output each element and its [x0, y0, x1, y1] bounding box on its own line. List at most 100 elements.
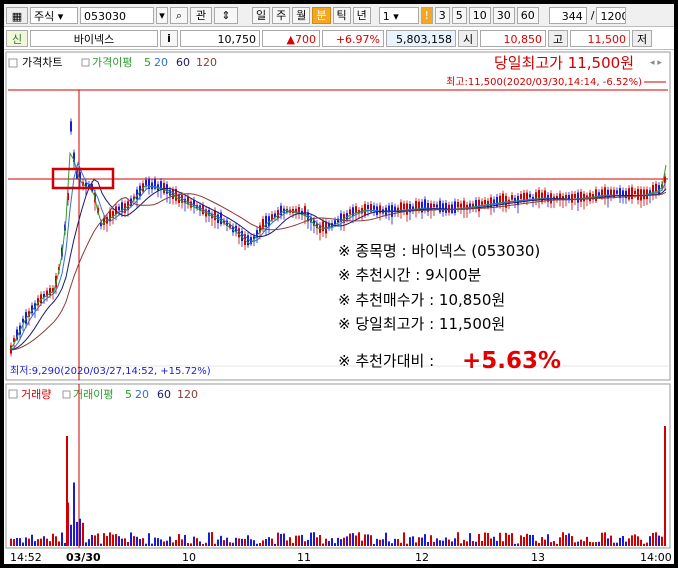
candle-body	[607, 189, 609, 199]
volume-bar	[322, 543, 324, 546]
volume-bar	[553, 541, 555, 546]
volume-bar	[211, 532, 213, 546]
candle-body	[610, 189, 612, 196]
candle-body	[187, 197, 189, 205]
volume-bar	[418, 537, 420, 546]
period-minute[interactable]: 분	[312, 6, 331, 24]
period-tick[interactable]: 틱	[332, 6, 351, 24]
volume-bar	[562, 532, 564, 546]
volume-bar	[433, 541, 435, 546]
volume-bar	[358, 532, 360, 546]
ma-120: 120	[196, 56, 217, 69]
legend-toggle-icon[interactable]	[8, 58, 18, 68]
search-icon[interactable]: ⌕	[170, 6, 188, 24]
low-marker-text: 최저:9,290(2020/03/27,14:52, +15.72%)	[10, 365, 211, 377]
vma-120: 120	[177, 388, 198, 401]
spin-icon[interactable]: ⇕	[214, 6, 238, 24]
candle-body	[526, 192, 528, 200]
candle-body	[622, 190, 624, 196]
candle-body	[349, 209, 351, 215]
volume-bar	[199, 541, 201, 546]
volume-bar	[46, 538, 48, 546]
current-price: 10,750	[180, 29, 260, 47]
interval-60[interactable]: 60	[516, 6, 539, 24]
scroll-arrows-icon[interactable]: ◂ ▸	[650, 58, 662, 68]
count-max-input[interactable]: 1200	[596, 6, 627, 24]
period-week[interactable]: 주	[272, 6, 291, 24]
period-day[interactable]: 일	[252, 6, 271, 24]
volume-bar	[436, 538, 438, 546]
count-input[interactable]: 344	[548, 6, 587, 24]
volume-bar	[127, 541, 129, 546]
info-return-label: ※ 추천가대비 :	[338, 352, 434, 370]
volume-panel	[5, 383, 671, 549]
volume-bar	[577, 541, 579, 546]
info-return-value: +5.63%	[462, 348, 561, 374]
warning-icon[interactable]: !	[420, 6, 433, 24]
volume-bar	[106, 536, 108, 546]
interval-3[interactable]: 3	[434, 6, 450, 24]
volume-bar	[91, 534, 93, 546]
market-select[interactable]: 주식 ▾	[30, 6, 78, 24]
volume-bar	[133, 536, 135, 546]
volume-bar	[202, 543, 204, 546]
volume-bar	[121, 538, 123, 546]
volume-bar	[535, 540, 537, 546]
volume-bar	[172, 542, 174, 546]
candle-body	[364, 203, 366, 216]
volume-bar	[511, 533, 513, 546]
volume-bar	[541, 537, 543, 546]
volume-bar	[268, 537, 270, 546]
volume-bar	[334, 543, 336, 546]
new-badge: 신	[6, 29, 28, 47]
candle-body	[535, 192, 537, 199]
high-label: 고	[548, 29, 568, 47]
code-dropdown-icon[interactable]: ▾	[156, 6, 168, 24]
chart-area[interactable]: 가격차트 가격이평 5 20 60 120 당일최고가 11,500원 최고:1…	[4, 50, 674, 564]
volume-bar	[412, 536, 414, 546]
volume-bar	[394, 538, 396, 546]
volume-bar	[244, 538, 246, 546]
info-button[interactable]: i	[160, 29, 178, 47]
chart-window: ▦ 주식 ▾ 053030 ▾ ⌕ 관 ⇕ 일 주 월 분 틱 년 1 ▾ ! …	[4, 4, 674, 564]
volume-bar	[76, 521, 78, 546]
volume-legend-toggle-icon[interactable]	[8, 389, 18, 399]
interval-10[interactable]: 10	[468, 6, 491, 24]
volume-bar	[301, 534, 303, 546]
price-legend: 가격차트 가격이평 5 20 60 120	[8, 56, 217, 69]
open-label: 시	[458, 29, 478, 47]
interval-30[interactable]: 30	[492, 6, 515, 24]
x-label-11: 11	[297, 551, 311, 564]
volume-bar	[100, 543, 102, 546]
volume-bar	[97, 533, 99, 546]
x-axis: 14:52 03/30 10 11 12 13 14:00	[10, 551, 672, 564]
volume-bar	[10, 538, 12, 546]
volume-bar	[337, 537, 339, 546]
volume-bar	[502, 541, 504, 546]
tab-relation[interactable]: 관	[190, 6, 212, 24]
volume-bar	[280, 533, 282, 546]
interval-5[interactable]: 5	[451, 6, 467, 24]
candle-body	[70, 121, 72, 132]
volume-bar	[646, 542, 648, 546]
volume-bar	[526, 533, 528, 546]
grid-icon[interactable]: ▦	[6, 6, 28, 24]
volume-bar	[343, 537, 345, 546]
code-input[interactable]: 053030	[80, 6, 154, 24]
volume-bar	[643, 543, 645, 546]
volume-bar	[250, 539, 252, 546]
volume-bar	[124, 538, 126, 546]
volume-bar	[565, 534, 567, 546]
count-max-value: 1200	[600, 9, 627, 23]
period-month[interactable]: 월	[292, 6, 311, 24]
candle-body	[523, 192, 525, 201]
volume-bar	[277, 532, 279, 546]
volume-bar	[532, 534, 534, 546]
volume-bar	[349, 533, 351, 546]
volume-bar	[286, 540, 288, 546]
volume-bar	[574, 542, 576, 546]
volume-bar	[31, 534, 33, 546]
volume-bar	[355, 535, 357, 546]
period-year[interactable]: 년	[352, 6, 371, 24]
interval-select[interactable]: 1 ▾	[378, 6, 419, 24]
